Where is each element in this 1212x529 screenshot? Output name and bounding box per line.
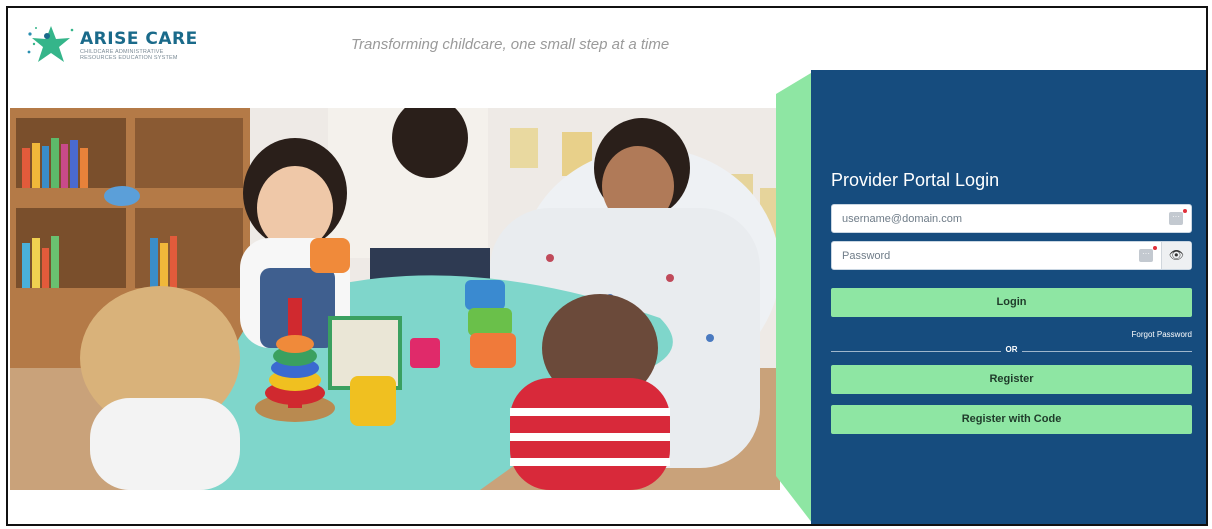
divider-line <box>1022 351 1192 352</box>
password-input[interactable] <box>832 242 1132 269</box>
autofill-key-icon[interactable]: ··· <box>1169 212 1183 225</box>
username-field[interactable]: ··· <box>831 204 1192 233</box>
star-logo-icon <box>26 22 76 68</box>
login-title: Provider Portal Login <box>831 170 1000 190</box>
login-panel: Provider Portal Login ··· ··· 👁 Login Fo… <box>811 70 1206 524</box>
hero-classroom-image <box>10 108 780 490</box>
forgot-password-link[interactable]: Forgot Password <box>1132 330 1192 339</box>
brand-subtitle: CHILDCARE ADMINISTRATIVE RESOURCES EDUCA… <box>80 49 178 61</box>
decorative-slant <box>776 70 816 524</box>
or-divider: OR <box>831 344 1192 358</box>
register-button[interactable]: Register <box>831 365 1192 394</box>
login-button[interactable]: Login <box>831 288 1192 317</box>
brand-name: ARISE CARE <box>80 29 198 49</box>
or-text: OR <box>1005 345 1018 354</box>
required-indicator <box>1183 209 1187 213</box>
autofill-key-icon[interactable]: ··· <box>1139 249 1153 262</box>
page-frame: ARISE CARE CHILDCARE ADMINISTRATIVE RESO… <box>6 6 1208 526</box>
brand-logo[interactable]: ARISE CARE CHILDCARE ADMINISTRATIVE RESO… <box>26 22 201 68</box>
eye-icon[interactable]: 👁 <box>1161 242 1191 269</box>
tagline: Transforming childcare, one small step a… <box>351 36 670 53</box>
password-field[interactable]: ··· 👁 <box>831 241 1192 270</box>
username-input[interactable] <box>832 205 1132 232</box>
register-with-code-button[interactable]: Register with Code <box>831 405 1192 434</box>
required-indicator <box>1153 246 1157 250</box>
